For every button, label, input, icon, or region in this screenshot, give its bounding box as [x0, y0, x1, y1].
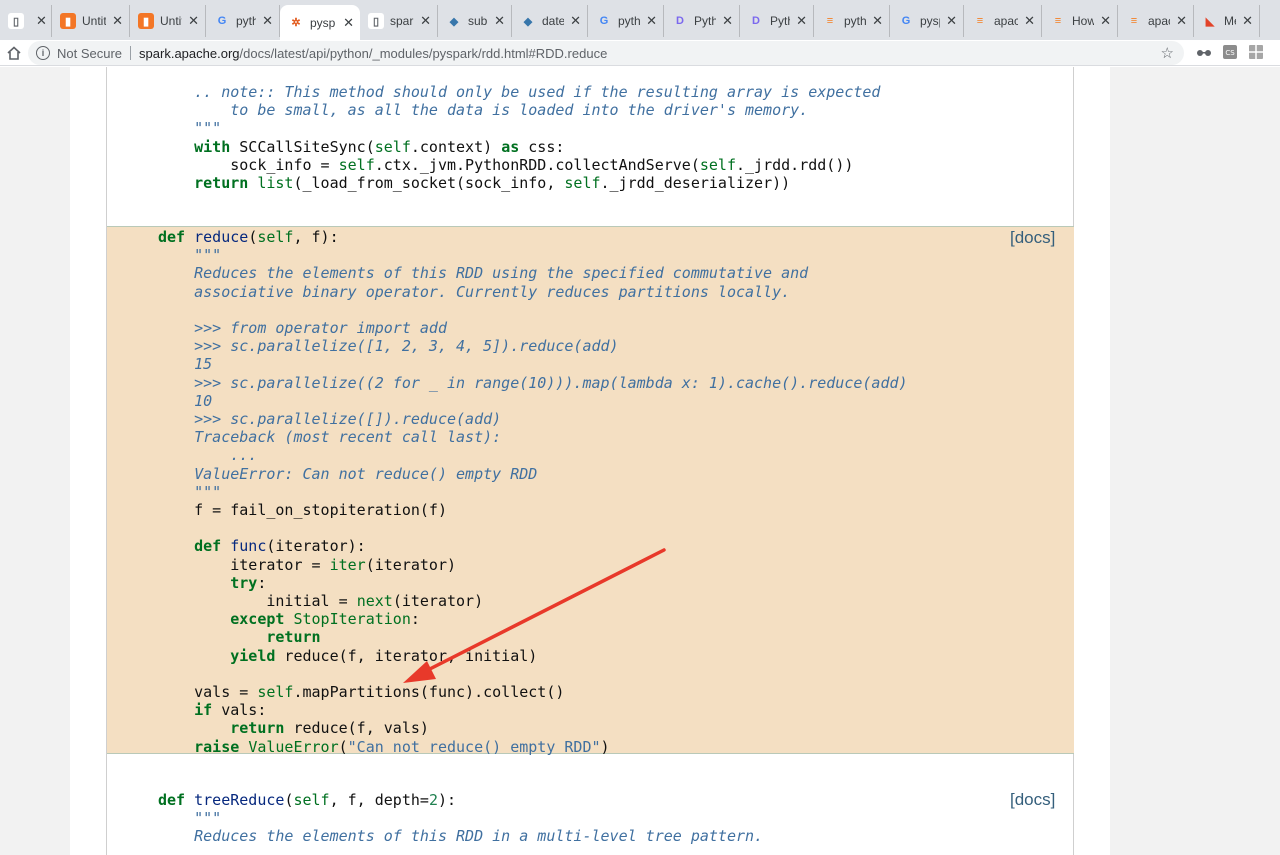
right-margin [1110, 67, 1280, 855]
tab-title: Pyth [694, 14, 717, 28]
info-icon[interactable]: i [36, 46, 50, 60]
bookmark-star-icon[interactable]: ☆ [1161, 44, 1174, 62]
close-icon[interactable]: ✕ [262, 13, 273, 29]
tab-title: pysp [920, 14, 940, 28]
tab-title: apac [1148, 14, 1170, 28]
code-block-top: .. note:: This method should only be use… [158, 83, 881, 193]
stackoverflow-icon: ≡ [826, 15, 834, 27]
tab-title: Pyth [770, 14, 790, 28]
close-icon[interactable]: ✕ [1242, 13, 1253, 29]
browser-tab[interactable]: ▯ spar ✕ [360, 5, 438, 37]
gitlab-icon: ◣ [1205, 15, 1215, 28]
stackoverflow-icon: ≡ [1130, 15, 1138, 27]
home-icon[interactable] [2, 43, 26, 63]
close-icon[interactable]: ✕ [494, 13, 505, 29]
tab-strip: ▯Hom✕ ▮ Untit ✕ ▮ Untit ✕ Gpyth ✕ ✲ pysp ✕ ▯ spar ✕ ◆ su… [0, 0, 1280, 40]
google-icon: G [599, 15, 609, 27]
tab-title: Mer [1224, 14, 1236, 28]
grid-extension-icon[interactable] [1249, 45, 1265, 59]
google-icon: G [217, 15, 227, 27]
close-icon[interactable]: ✕ [343, 15, 354, 31]
browser-tab[interactable]: ▮ Untit ✕ [52, 5, 130, 37]
browser-tab[interactable]: ≡ apac ✕ [964, 5, 1042, 37]
page-viewport: .. note:: This method should only be use… [0, 67, 1280, 855]
browser-tab[interactable]: ▮ Untit ✕ [130, 5, 206, 37]
browser-tab[interactable]: D Pyth ✕ [664, 5, 740, 37]
close-icon[interactable]: ✕ [36, 13, 47, 29]
svg-text:CS: CS [1225, 49, 1235, 57]
python-icon: ◆ [523, 15, 533, 28]
close-icon[interactable]: ✕ [188, 13, 199, 29]
notebook-icon: ▮ [60, 13, 76, 29]
tab-title: pyth [618, 14, 641, 28]
code-block-reduce: def reduce(self, f): """ Reduces the ele… [158, 228, 908, 756]
cs-extension-icon[interactable]: CS [1223, 45, 1239, 59]
address-separator [130, 46, 132, 60]
browser-tab[interactable]: ≡ How ✕ [1042, 5, 1118, 37]
close-icon[interactable]: ✕ [1024, 13, 1035, 29]
code-block-treereduce: def treeReduce(self, f, depth=2): """ Re… [158, 791, 764, 846]
stackoverflow-icon: ≡ [1054, 15, 1062, 27]
security-label: Not Secure [57, 45, 123, 61]
close-icon[interactable]: ✕ [570, 13, 581, 29]
docs-link-reduce[interactable]: [docs] [1010, 228, 1055, 248]
tab-title: Untit [160, 14, 182, 28]
close-icon[interactable]: ✕ [722, 13, 733, 29]
browser-tab[interactable]: ✲ pysp ✕ [280, 5, 360, 40]
browser-tab[interactable]: ◆ date ✕ [512, 5, 588, 37]
browser-toolbar: i Not Secure spark.apache.org/docs/lates… [0, 40, 1280, 66]
d-icon: D [752, 15, 760, 27]
browser-tab[interactable]: Gpyth ✕ [588, 5, 664, 37]
spark-icon: ✲ [291, 17, 301, 29]
glasses-extension-icon[interactable] [1196, 45, 1212, 59]
close-icon[interactable]: ✕ [1100, 13, 1111, 29]
tab-title: pysp [310, 15, 336, 30]
tab-title: subp [468, 14, 488, 28]
close-icon[interactable]: ✕ [796, 13, 807, 29]
notebook-icon: ▮ [138, 13, 154, 29]
browser-tab[interactable]: ◣ Mer ✕ [1194, 5, 1260, 37]
google-icon: G [901, 15, 911, 27]
browser-tab[interactable]: ▯Hom✕ [0, 5, 52, 37]
tab-title: pyth [844, 14, 867, 28]
browser-tab[interactable]: Gpysp ✕ [890, 5, 964, 37]
url-path: /docs/latest/api/python/_modules/pyspark… [239, 45, 608, 61]
tab-title: Untit [82, 14, 107, 28]
browser-tab[interactable]: ◆ subp ✕ [438, 5, 512, 37]
tab-title: pyth [236, 14, 256, 28]
page-icon: ▯ [8, 13, 24, 29]
close-icon[interactable]: ✕ [946, 13, 957, 29]
tab-title: spar [390, 14, 414, 28]
close-icon[interactable]: ✕ [112, 13, 123, 29]
page-icon: ▯ [368, 13, 384, 29]
tab-title: date [542, 14, 565, 28]
close-icon[interactable]: ✕ [1176, 13, 1187, 29]
close-icon[interactable]: ✕ [646, 13, 657, 29]
browser-tab[interactable]: D Pyth ✕ [740, 5, 814, 37]
browser-tab[interactable]: ≡ pyth ✕ [814, 5, 890, 37]
close-icon[interactable]: ✕ [872, 13, 883, 29]
d-icon: D [676, 15, 684, 27]
stackoverflow-icon: ≡ [976, 15, 984, 27]
python-icon: ◆ [449, 15, 459, 28]
url-host: spark.apache.org [139, 45, 240, 61]
left-margin [0, 67, 70, 855]
browser-tab[interactable]: ≡ apac ✕ [1118, 5, 1194, 37]
close-icon[interactable]: ✕ [420, 13, 431, 29]
tab-title: How [1072, 14, 1095, 28]
docs-link-treereduce[interactable]: [docs] [1010, 790, 1055, 810]
browser-tab[interactable]: Gpyth ✕ [206, 5, 280, 37]
address-bar[interactable]: i Not Secure spark.apache.org/docs/lates… [28, 41, 1184, 65]
tab-title: apac [994, 14, 1019, 28]
